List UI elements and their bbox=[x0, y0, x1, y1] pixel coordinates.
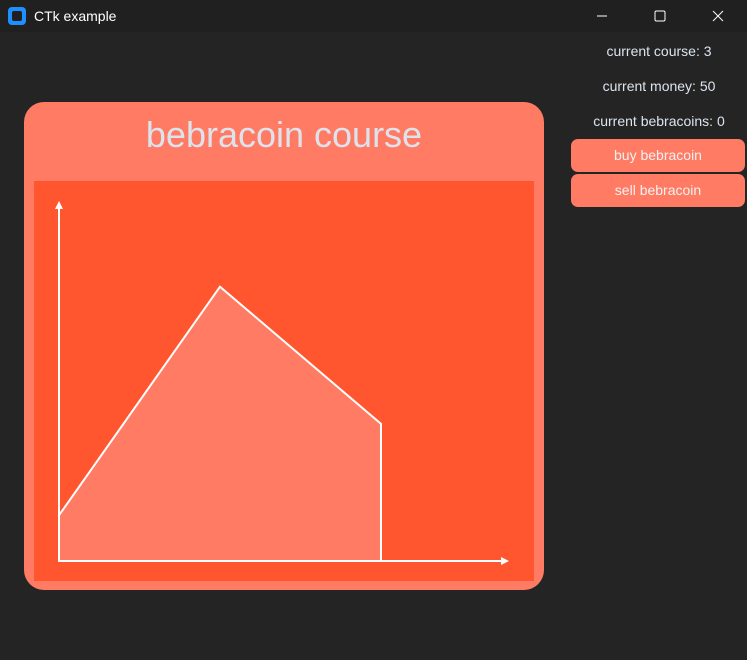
x-axis-arrow bbox=[501, 557, 509, 565]
close-button[interactable] bbox=[689, 0, 747, 32]
maximize-icon bbox=[654, 10, 666, 22]
minimize-icon bbox=[597, 15, 607, 17]
current-money-label: current money: 50 bbox=[602, 78, 716, 94]
minimize-button[interactable] bbox=[573, 0, 631, 32]
maximize-button[interactable] bbox=[631, 0, 689, 32]
course-chart bbox=[55, 201, 509, 565]
app-icon bbox=[8, 7, 26, 25]
buy-bebracoin-button[interactable]: buy bebracoin bbox=[571, 139, 745, 172]
chart-card: bebracoin course bbox=[24, 102, 544, 590]
y-axis-arrow bbox=[55, 201, 63, 209]
title-bar: CTk example bbox=[0, 0, 747, 32]
course-area bbox=[58, 285, 382, 562]
window-title: CTk example bbox=[34, 8, 117, 24]
sell-bebracoin-button[interactable]: sell bebracoin bbox=[571, 174, 745, 207]
app-window-content: bebracoin course current course: 3 curre… bbox=[0, 32, 747, 660]
current-bebracoins-label: current bebracoins: 0 bbox=[593, 113, 725, 129]
current-course-label: current course: 3 bbox=[606, 43, 712, 59]
plot-area bbox=[34, 181, 534, 581]
close-icon bbox=[712, 10, 724, 22]
chart-title: bebracoin course bbox=[145, 114, 423, 155]
